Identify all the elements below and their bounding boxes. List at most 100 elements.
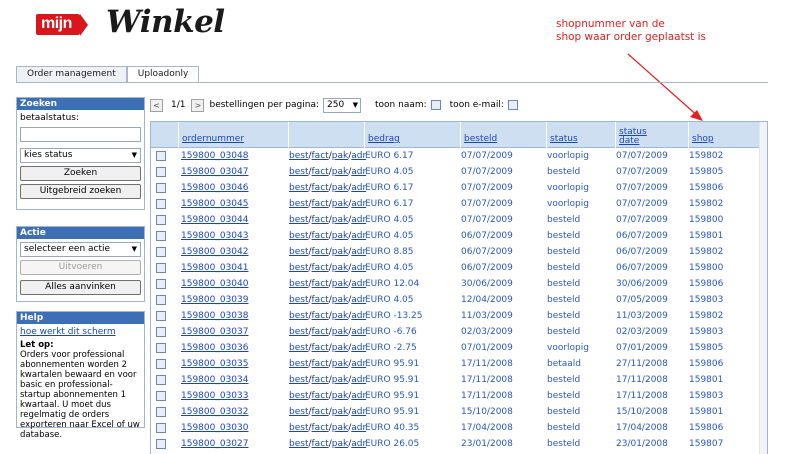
row-checkbox[interactable] xyxy=(156,263,166,273)
row-checkbox[interactable] xyxy=(156,407,166,417)
adr-link[interactable]: adr xyxy=(351,183,366,193)
header-bedrag-label[interactable]: bedrag xyxy=(368,135,400,144)
fact-link[interactable]: fact xyxy=(312,311,329,321)
row-checkbox[interactable] xyxy=(156,423,166,433)
pak-link[interactable]: pak xyxy=(332,183,348,193)
best-link[interactable]: best xyxy=(289,247,308,257)
order-number-link[interactable]: 159800_03030 xyxy=(181,423,249,433)
best-link[interactable]: best xyxy=(289,391,308,401)
row-checkbox[interactable] xyxy=(156,439,166,449)
best-link[interactable]: best xyxy=(289,279,308,289)
adr-link[interactable]: adr xyxy=(351,327,366,337)
pak-link[interactable]: pak xyxy=(332,327,348,337)
order-number-link[interactable]: 159800_03048 xyxy=(181,151,249,161)
pak-link[interactable]: pak xyxy=(332,215,348,225)
best-link[interactable]: best xyxy=(289,343,308,353)
row-checkbox[interactable] xyxy=(156,295,166,305)
payment-status-select[interactable]: kies status ▼ xyxy=(20,148,141,163)
fact-link[interactable]: fact xyxy=(312,199,329,209)
adr-link[interactable]: adr xyxy=(351,311,366,321)
advanced-search-button[interactable]: Uitgebreid zoeken xyxy=(20,184,141,199)
best-link[interactable]: best xyxy=(289,231,308,241)
adr-link[interactable]: adr xyxy=(351,359,366,369)
pak-link[interactable]: pak xyxy=(332,407,348,417)
pak-link[interactable]: pak xyxy=(332,359,348,369)
best-link[interactable]: best xyxy=(289,311,308,321)
order-number-link[interactable]: 159800_03032 xyxy=(181,407,249,417)
fact-link[interactable]: fact xyxy=(312,247,329,257)
fact-link[interactable]: fact xyxy=(312,167,329,177)
order-number-link[interactable]: 159800_03035 xyxy=(181,359,249,369)
previous-page-button[interactable]: < xyxy=(150,98,163,112)
order-number-link[interactable]: 159800_03036 xyxy=(181,343,249,353)
best-link[interactable]: best xyxy=(289,167,308,177)
order-number-link[interactable]: 159800_03047 xyxy=(181,167,249,177)
order-number-link[interactable]: 159800_03033 xyxy=(181,391,249,401)
order-number-link[interactable]: 159800_03039 xyxy=(181,295,249,305)
order-number-link[interactable]: 159800_03041 xyxy=(181,263,249,273)
adr-link[interactable]: adr xyxy=(351,295,366,305)
check-all-button[interactable]: Alles aanvinken xyxy=(20,280,141,295)
fact-link[interactable]: fact xyxy=(312,423,329,433)
row-checkbox[interactable] xyxy=(156,183,166,193)
row-checkbox[interactable] xyxy=(156,151,166,161)
fact-link[interactable]: fact xyxy=(312,375,329,385)
fact-link[interactable]: fact xyxy=(312,215,329,225)
best-link[interactable]: best xyxy=(289,295,308,305)
order-number-link[interactable]: 159800_03034 xyxy=(181,375,249,385)
best-link[interactable]: best xyxy=(289,439,308,449)
adr-link[interactable]: adr xyxy=(351,263,366,273)
order-number-link[interactable]: 159800_03038 xyxy=(181,311,249,321)
search-input[interactable] xyxy=(20,127,141,142)
row-checkbox[interactable] xyxy=(156,247,166,257)
order-number-link[interactable]: 159800_03046 xyxy=(181,183,249,193)
fact-link[interactable]: fact xyxy=(312,231,329,241)
row-checkbox[interactable] xyxy=(156,199,166,209)
adr-link[interactable]: adr xyxy=(351,231,366,241)
pak-link[interactable]: pak xyxy=(332,423,348,433)
tab-order-management[interactable]: Order management xyxy=(16,66,127,82)
row-checkbox[interactable] xyxy=(156,375,166,385)
adr-link[interactable]: adr xyxy=(351,215,366,225)
header-status-date[interactable]: status date xyxy=(615,122,688,148)
adr-link[interactable]: adr xyxy=(351,279,366,289)
adr-link[interactable]: adr xyxy=(351,439,366,449)
adr-link[interactable]: adr xyxy=(351,343,366,353)
search-button[interactable]: Zoeken xyxy=(20,166,141,181)
pak-link[interactable]: pak xyxy=(332,311,348,321)
best-link[interactable]: best xyxy=(289,263,308,273)
best-link[interactable]: best xyxy=(289,359,308,369)
best-link[interactable]: best xyxy=(289,375,308,385)
row-checkbox[interactable] xyxy=(156,311,166,321)
best-link[interactable]: best xyxy=(289,423,308,433)
best-link[interactable]: best xyxy=(289,215,308,225)
pak-link[interactable]: pak xyxy=(332,199,348,209)
pak-link[interactable]: pak xyxy=(332,151,348,161)
header-bedrag[interactable]: bedrag xyxy=(364,122,460,148)
best-link[interactable]: best xyxy=(289,183,308,193)
row-checkbox[interactable] xyxy=(156,391,166,401)
pak-link[interactable]: pak xyxy=(332,295,348,305)
table-scrollbar[interactable] xyxy=(759,122,767,454)
pak-link[interactable]: pak xyxy=(332,279,348,289)
header-besteld[interactable]: besteld xyxy=(460,122,546,148)
order-number-link[interactable]: 159800_03044 xyxy=(181,215,249,225)
fact-link[interactable]: fact xyxy=(312,327,329,337)
header-ordernummer-label[interactable]: ordernummer xyxy=(182,135,244,144)
order-number-link[interactable]: 159800_03027 xyxy=(181,439,249,449)
row-checkbox[interactable] xyxy=(156,167,166,177)
fact-link[interactable]: fact xyxy=(312,279,329,289)
fact-link[interactable]: fact xyxy=(312,407,329,417)
adr-link[interactable]: adr xyxy=(351,167,366,177)
best-link[interactable]: best xyxy=(289,327,308,337)
fact-link[interactable]: fact xyxy=(312,295,329,305)
order-number-link[interactable]: 159800_03045 xyxy=(181,199,249,209)
pak-link[interactable]: pak xyxy=(332,247,348,257)
row-checkbox[interactable] xyxy=(156,215,166,225)
row-checkbox[interactable] xyxy=(156,343,166,353)
action-select[interactable]: selecteer een actie ▼ xyxy=(20,242,141,257)
pak-link[interactable]: pak xyxy=(332,343,348,353)
order-number-link[interactable]: 159800_03037 xyxy=(181,327,249,337)
adr-link[interactable]: adr xyxy=(351,423,366,433)
row-checkbox[interactable] xyxy=(156,327,166,337)
